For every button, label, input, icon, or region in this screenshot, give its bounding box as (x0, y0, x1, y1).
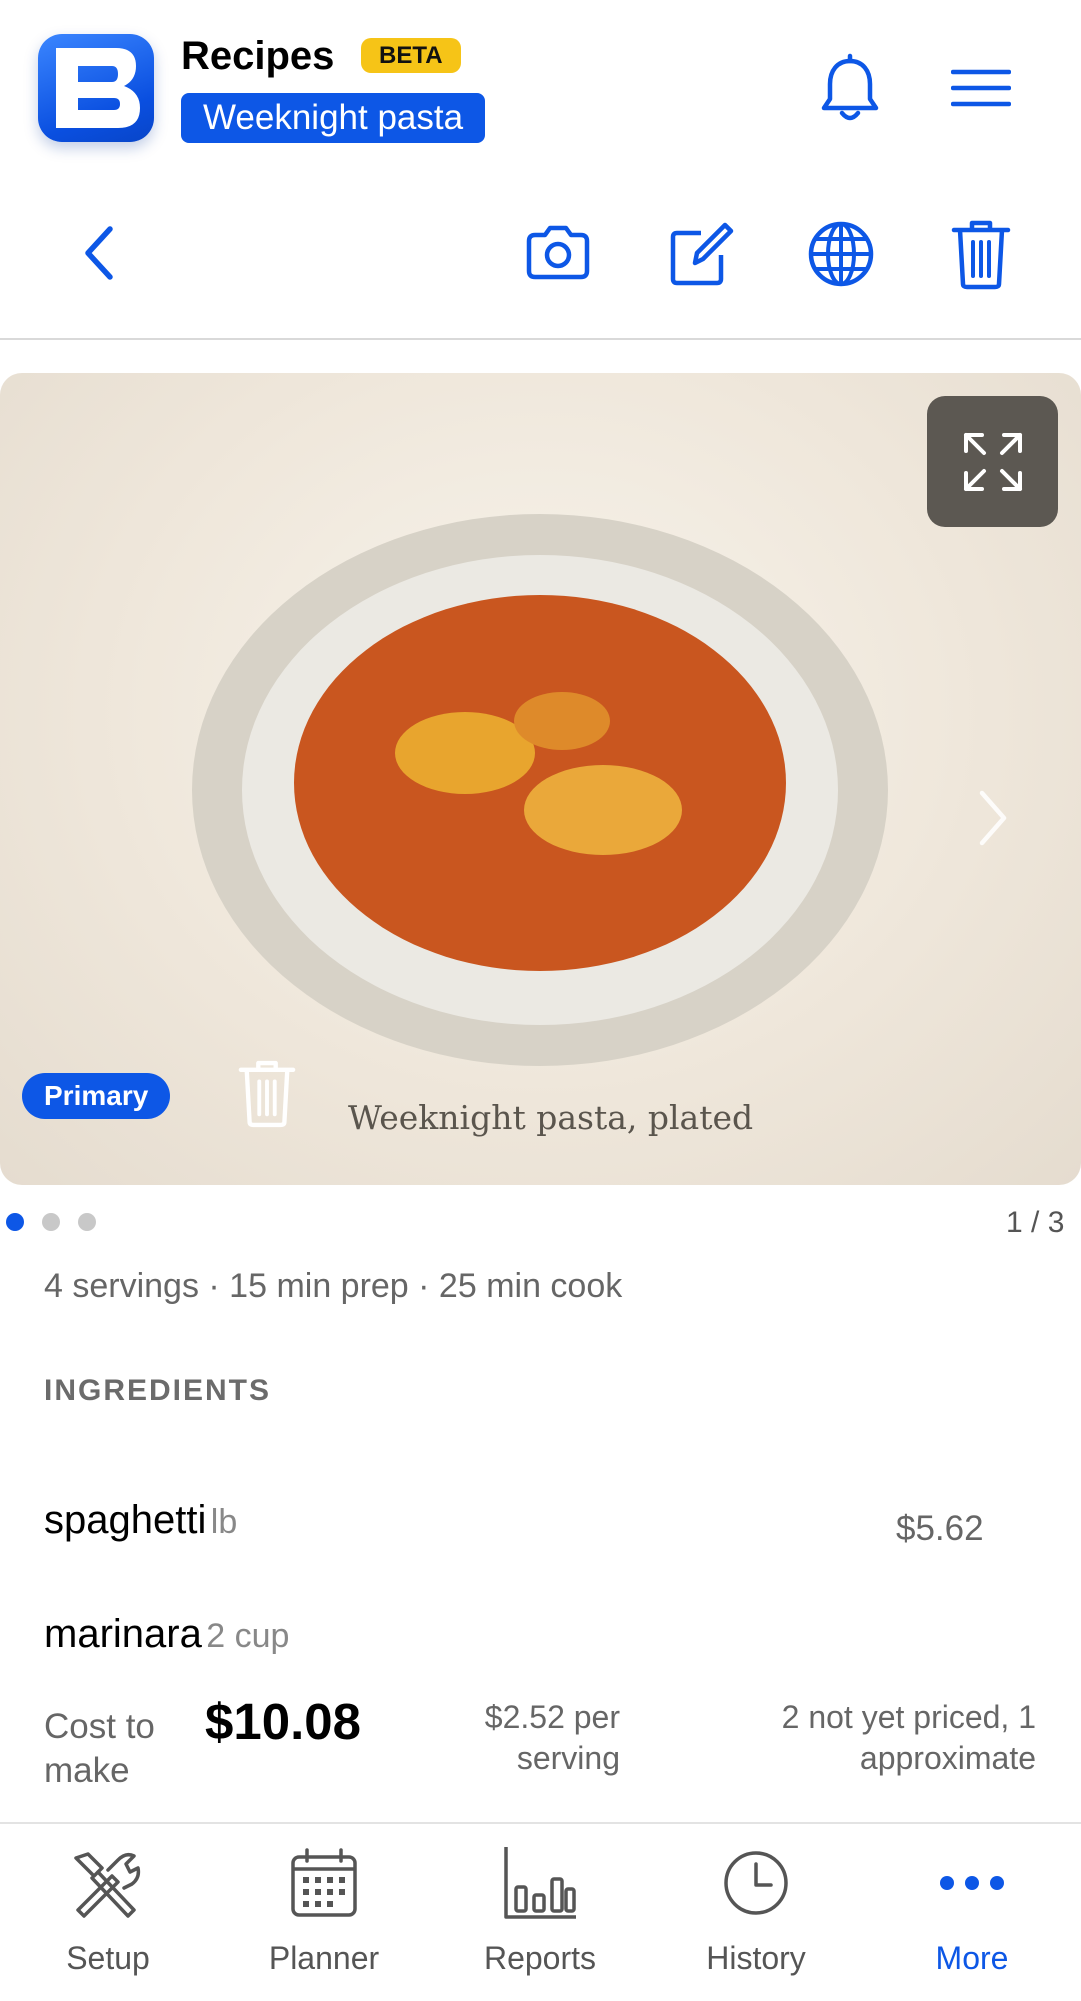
edit-icon (670, 222, 734, 286)
page-dot[interactable] (78, 1213, 96, 1231)
cost-total: $10.08 (205, 1693, 361, 1750)
ingredients-heading: INGREDIENTS (44, 1374, 272, 1407)
ingredient-price: $5.62 (896, 1509, 984, 1548)
next-photo-button[interactable] (968, 773, 1018, 863)
expand-icon (963, 432, 1022, 491)
ingredient-name: spaghetti (44, 1498, 207, 1542)
tools-icon (74, 1852, 141, 1918)
ingredient-unit: 2 cup (206, 1617, 290, 1655)
photo-caption: Weeknight pasta, plated (348, 1098, 754, 1137)
cost-label: Cost to make (44, 1707, 155, 1790)
globe-button[interactable] (803, 216, 879, 292)
tab-label: Planner (268, 1940, 380, 1976)
tab-label: Reports (483, 1940, 597, 1976)
camera-icon (526, 225, 590, 280)
recipe-meta: 4 servings · 15 min prep · 25 min cook (44, 1267, 623, 1305)
ingredient-row[interactable]: marinara 2 cup (44, 1612, 289, 1657)
tab-label: More (935, 1940, 1009, 1976)
clock-icon (724, 1851, 788, 1915)
tab-planner[interactable]: Planner (216, 1844, 432, 1984)
bell-icon (821, 53, 879, 121)
tab-reports[interactable]: Reports (432, 1844, 648, 1984)
cost-per-serving: $2.52 per serving (484, 1699, 620, 1776)
recipe-name-chip[interactable]: Weeknight pasta (181, 93, 486, 143)
photo-delete-button[interactable] (232, 1053, 302, 1133)
back-chevron-icon (85, 226, 113, 280)
delete-button[interactable] (946, 214, 1016, 294)
gallery-pagination[interactable] (6, 1213, 96, 1231)
photo-counter: 1 / 3 (1006, 1206, 1065, 1239)
beta-badge: BETA (361, 38, 461, 73)
page-dot[interactable] (6, 1213, 24, 1231)
tab-label: History (706, 1940, 806, 1976)
notifications-button[interactable] (810, 48, 890, 128)
page-dot[interactable] (42, 1213, 60, 1231)
ingredient-unit: lb (210, 1503, 238, 1541)
trash-icon (238, 1060, 296, 1128)
bar-chart-icon (504, 1847, 576, 1919)
menu-button[interactable] (946, 56, 1016, 120)
chevron-right-icon (979, 790, 1007, 846)
calendar-icon (291, 1848, 357, 1917)
camera-button[interactable] (520, 218, 596, 288)
ingredient-row[interactable]: spaghetti lb (44, 1498, 237, 1543)
tab-more[interactable]: More (864, 1844, 1080, 1984)
trash-icon (951, 220, 1011, 290)
pricing-status-note: 2 not yet priced, 1 approximate (781, 1699, 1036, 1776)
app-header: Recipes BETA Weeknight pasta (0, 0, 1081, 340)
tab-label: Setup (66, 1940, 150, 1976)
globe-icon (808, 221, 874, 287)
app-logo (38, 34, 154, 142)
more-dots-icon (940, 1876, 1004, 1890)
expand-photo-button[interactable] (927, 396, 1058, 527)
tab-history[interactable]: History (648, 1844, 864, 1984)
ingredient-name: marinara (44, 1612, 202, 1656)
header-divider (0, 338, 1081, 340)
edit-button[interactable] (662, 216, 738, 292)
back-button[interactable] (68, 215, 132, 291)
hamburger-icon (951, 69, 1011, 107)
photo-gallery[interactable] (0, 373, 1081, 1185)
primary-photo-badge: Primary (22, 1073, 171, 1119)
app-title: Recipes (181, 34, 335, 78)
tab-setup[interactable]: Setup (0, 1844, 216, 1984)
pasta-plate-image (192, 514, 888, 1066)
